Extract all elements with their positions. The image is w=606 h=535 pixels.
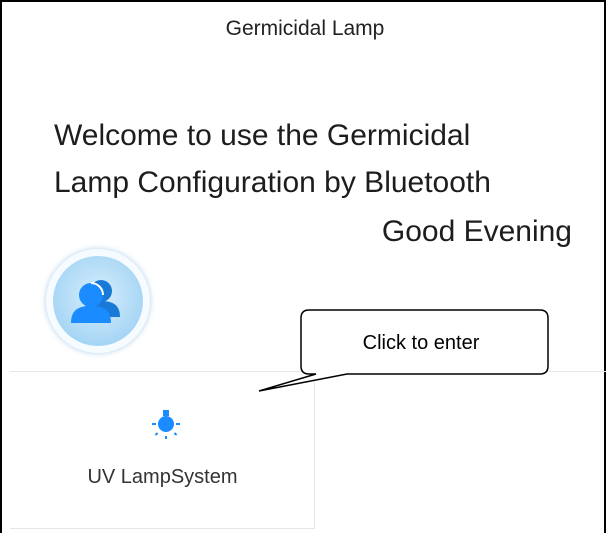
- tile-label: UV LampSystem: [87, 466, 238, 488]
- app-screen: Germicidal Lamp Welcome to use the Germi…: [0, 0, 606, 533]
- welcome-line-1: Welcome to use the Germicidal: [54, 119, 471, 152]
- users-icon: [53, 256, 143, 346]
- avatar-button[interactable]: [46, 249, 150, 353]
- greeting-text: Good Evening: [381, 215, 572, 248]
- page-title: Germicidal Lamp: [225, 17, 385, 40]
- lamp-icon: [149, 407, 183, 441]
- welcome-line-2: Lamp Configuration by Bluetooth: [54, 166, 491, 199]
- annotation-text: Click to enter: [362, 332, 480, 354]
- uv-lamp-system-tile[interactable]: UV LampSystem: [10, 371, 315, 529]
- welcome-message: Welcome to use the Germicidal Lamp Confi…: [54, 112, 491, 206]
